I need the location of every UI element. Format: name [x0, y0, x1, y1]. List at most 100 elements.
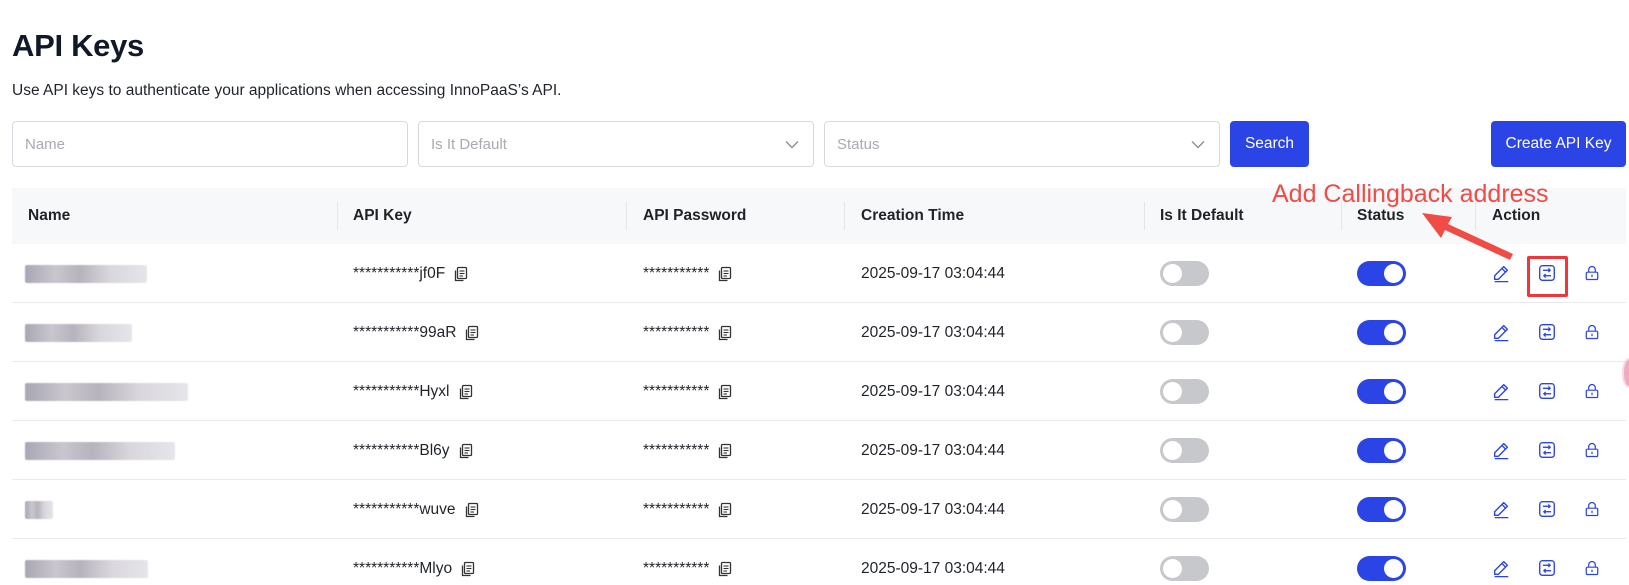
callback-address-icon[interactable] — [1536, 321, 1558, 343]
name-cell — [25, 303, 132, 362]
callback-address-icon[interactable] — [1536, 557, 1558, 579]
lock-icon[interactable] — [1581, 498, 1603, 520]
copy-icon[interactable] — [717, 502, 733, 518]
api-key-cell: ***********Hyxl — [353, 362, 474, 421]
chevron-down-icon — [1191, 141, 1205, 149]
annotation-label: Add Callingback address — [1272, 180, 1549, 208]
redacted-name — [25, 382, 188, 401]
status-select[interactable]: Status — [824, 121, 1220, 167]
name-cell — [25, 480, 53, 539]
status-cell — [1357, 244, 1406, 303]
lock-icon[interactable] — [1581, 380, 1603, 402]
api-password-cell: *********** — [643, 303, 733, 362]
api-key-cell: ***********Bl6y — [353, 421, 474, 480]
is-default-toggle[interactable] — [1160, 438, 1209, 463]
is-default-select[interactable]: Is It Default — [418, 121, 814, 167]
api-key-cell: ***********99aR — [353, 303, 480, 362]
api-key-value: ***********99aR — [353, 323, 457, 341]
api-password-value: *********** — [643, 559, 710, 577]
api-password-value: *********** — [643, 323, 710, 341]
creation-time-value: 2025-09-17 03:04:44 — [861, 382, 1005, 400]
floating-help-bubble[interactable] — [1622, 358, 1629, 388]
callback-address-icon[interactable] — [1536, 439, 1558, 461]
is-default-toggle[interactable] — [1160, 556, 1209, 581]
creation-time-cell: 2025-09-17 03:04:44 — [861, 244, 1005, 303]
header-is-default: Is It Default — [1160, 207, 1244, 224]
name-filter-input[interactable]: Name — [12, 121, 408, 167]
table-row: ***********Hyxl *********** 2025-09-17 03:… — [12, 362, 1626, 421]
copy-icon[interactable] — [458, 384, 474, 400]
is-default-toggle[interactable] — [1160, 261, 1209, 286]
lock-icon[interactable] — [1581, 557, 1603, 579]
copy-icon[interactable] — [464, 325, 480, 341]
name-cell — [25, 421, 175, 480]
status-toggle[interactable] — [1357, 556, 1406, 581]
api-key-cell: ***********jf0F — [353, 244, 469, 303]
status-cell — [1357, 362, 1406, 421]
api-key-value: ***********wuve — [353, 500, 456, 518]
edit-pencil-icon[interactable] — [1490, 498, 1512, 520]
is-default-cell — [1160, 362, 1209, 421]
edit-pencil-icon[interactable] — [1490, 557, 1512, 579]
edit-pencil-icon[interactable] — [1490, 439, 1512, 461]
is-default-cell — [1160, 244, 1209, 303]
redacted-name — [25, 500, 53, 519]
status-toggle[interactable] — [1357, 438, 1406, 463]
callback-address-icon[interactable] — [1536, 380, 1558, 402]
lock-icon[interactable] — [1581, 262, 1603, 284]
copy-icon[interactable] — [460, 561, 476, 577]
copy-icon[interactable] — [717, 443, 733, 459]
header-creation-time: Creation Time — [861, 207, 965, 224]
api-password-value: *********** — [643, 264, 710, 282]
copy-icon[interactable] — [717, 325, 733, 341]
status-toggle[interactable] — [1357, 497, 1406, 522]
create-api-key-button[interactable]: Create API Key — [1491, 121, 1626, 167]
status-cell — [1357, 303, 1406, 362]
status-toggle[interactable] — [1357, 261, 1406, 286]
is-default-cell — [1160, 480, 1209, 539]
copy-icon[interactable] — [717, 561, 733, 577]
edit-pencil-icon[interactable] — [1490, 321, 1512, 343]
is-default-cell — [1160, 303, 1209, 362]
chevron-down-icon — [785, 141, 799, 149]
is-default-cell — [1160, 421, 1209, 480]
name-cell — [25, 362, 188, 421]
copy-icon[interactable] — [458, 443, 474, 459]
copy-icon[interactable] — [464, 502, 480, 518]
search-button[interactable]: Search — [1230, 121, 1309, 167]
api-password-cell: *********** — [643, 362, 733, 421]
api-password-value: *********** — [643, 500, 710, 518]
creation-time-cell: 2025-09-17 03:04:44 — [861, 362, 1005, 421]
name-cell — [25, 244, 147, 303]
is-default-toggle[interactable] — [1160, 320, 1209, 345]
lock-icon[interactable] — [1581, 321, 1603, 343]
table-body: ***********jf0F *********** 2025-09-17 03:… — [12, 244, 1626, 585]
lock-icon[interactable] — [1581, 439, 1603, 461]
api-keys-table: Name API Key API Password Creation Time … — [12, 188, 1626, 585]
redacted-name — [25, 441, 175, 460]
edit-pencil-icon[interactable] — [1490, 380, 1512, 402]
copy-icon[interactable] — [453, 266, 469, 282]
creation-time-cell: 2025-09-17 03:04:44 — [861, 480, 1005, 539]
is-default-toggle[interactable] — [1160, 379, 1209, 404]
copy-icon[interactable] — [717, 384, 733, 400]
edit-pencil-icon[interactable] — [1490, 262, 1512, 284]
api-key-cell: ***********Mlyo — [353, 539, 476, 585]
api-password-cell: *********** — [643, 539, 733, 585]
creation-time-value: 2025-09-17 03:04:44 — [861, 264, 1005, 282]
status-select-placeholder: Status — [837, 135, 880, 153]
status-toggle[interactable] — [1357, 379, 1406, 404]
copy-icon[interactable] — [717, 266, 733, 282]
callback-address-icon[interactable] — [1536, 498, 1558, 520]
status-toggle[interactable] — [1357, 320, 1406, 345]
name-cell — [25, 539, 148, 585]
header-api-key: API Key — [353, 207, 412, 224]
creation-time-cell: 2025-09-17 03:04:44 — [861, 421, 1005, 480]
creation-time-value: 2025-09-17 03:04:44 — [861, 441, 1005, 459]
name-filter-placeholder: Name — [25, 135, 66, 153]
is-default-toggle[interactable] — [1160, 497, 1209, 522]
api-password-cell: *********** — [643, 480, 733, 539]
api-key-value: ***********Bl6y — [353, 441, 450, 459]
is-default-cell — [1160, 539, 1209, 585]
table-row: ***********wuve *********** 2025-09-17 03:… — [12, 480, 1626, 539]
